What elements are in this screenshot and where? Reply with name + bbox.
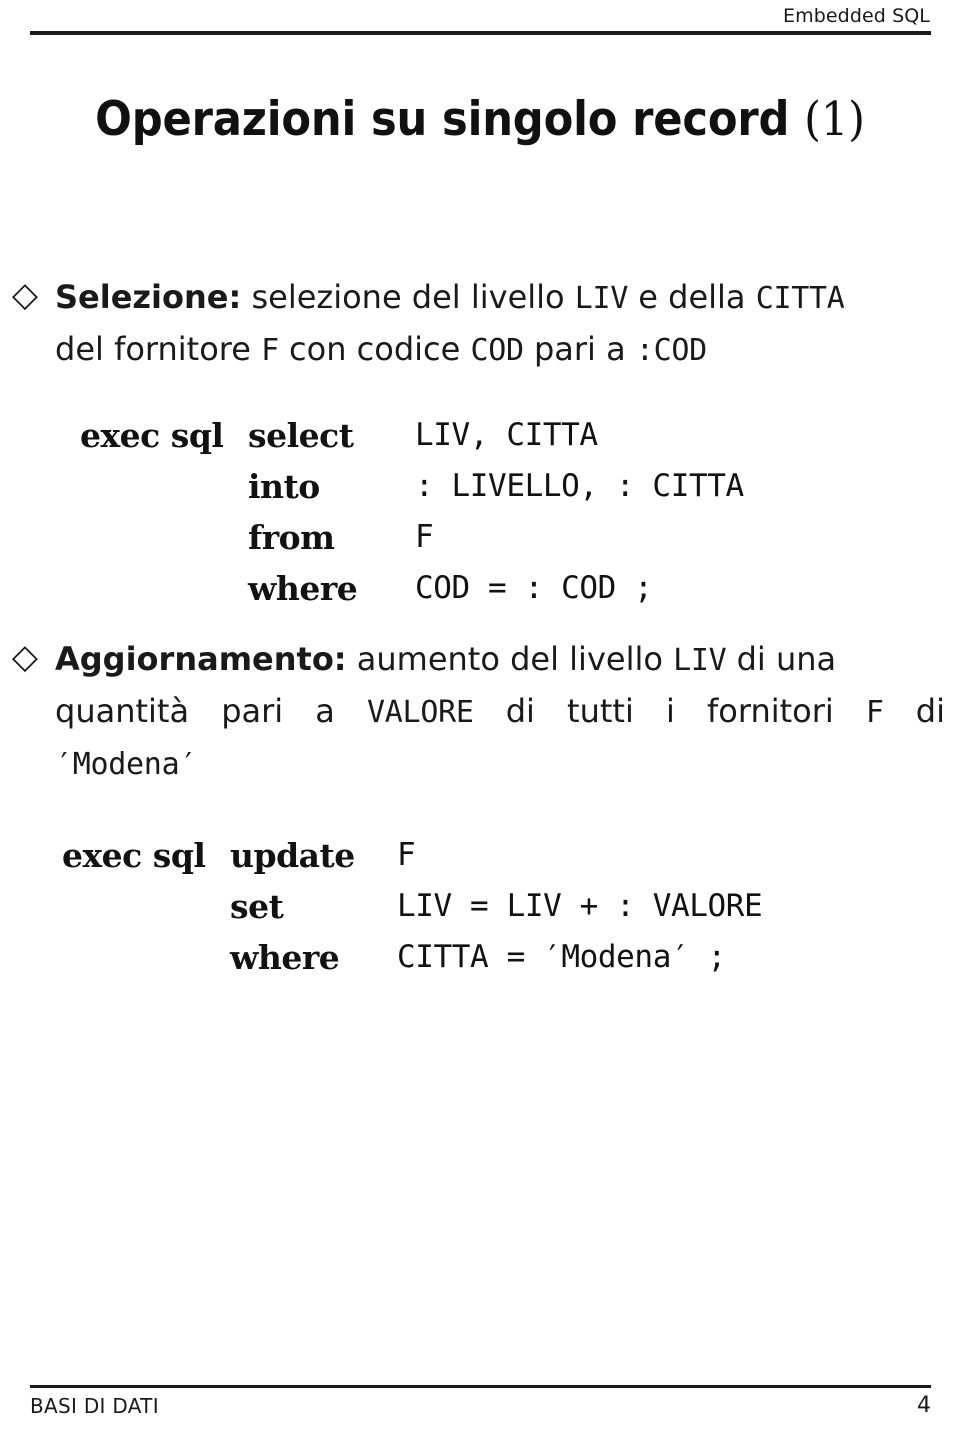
bullet-aggiornamento-line-1: Aggiornamento: aumento del livello LIV d… [55, 634, 945, 686]
bullet-aggiornamento-l2-code-a: VALORE [367, 695, 474, 730]
bullet-selezione-line-1: Selezione: selezione del livello LIV e d… [55, 272, 945, 324]
bullet-aggiornamento-l1-code-a: LIV [673, 643, 727, 678]
bullet-aggiornamento-l3-code: ′Modena′ [55, 747, 198, 782]
bullet-selezione-l2-code-b: COD [470, 333, 525, 368]
sql-keyword: set [230, 887, 284, 926]
sql-value: F [415, 519, 434, 555]
sql-value: : LIVELLO, : CITTA [415, 468, 744, 504]
sql-keyword: update [230, 836, 355, 875]
sql-keyword: into [248, 467, 320, 506]
sql-keyword: from [248, 518, 335, 557]
footer-page-number: 4 [917, 1393, 931, 1418]
bullet-selezione-lead: Selezione: [55, 278, 242, 316]
sql-exec-keyword: exec sql [80, 416, 224, 455]
sql-keyword: where [230, 938, 340, 977]
bullet-aggiornamento-l1-text-b: di una [726, 640, 837, 678]
sql-row: set LIV = LIV + : VALORE [62, 881, 763, 932]
page-title-main: Operazioni su singolo record [95, 92, 790, 147]
bullet-selezione-text: Selezione: selezione del livello LIV e d… [55, 272, 945, 376]
slide-header: Embedded SQL [30, 2, 930, 34]
bullet-aggiornamento-l2-text-a: quantità pari a [55, 692, 368, 730]
page-title: Operazioni su singolo record (1) [38, 92, 921, 148]
bullet-selezione-l1-code-b: CITTA [755, 281, 845, 316]
sql-exec-keyword: exec sql [62, 836, 206, 875]
sql-value: COD = : COD ; [415, 570, 653, 606]
sql-keyword: where [248, 569, 358, 608]
bullet-selezione-l2-code-c: :COD [635, 333, 707, 368]
bullet-aggiornamento-l2-text-b: di tutti i fornitori [473, 692, 866, 730]
sql-value: LIV, CITTA [415, 417, 598, 453]
bullet-aggiornamento-l1-text-a: aumento del livello [346, 640, 674, 678]
sql-block-select: exec sql select LIV, CITTA into : LIVELLO, … [80, 410, 744, 614]
sql-row: exec sql select LIV, CITTA [80, 410, 744, 461]
sql-row: where CITTA = ′Modena′ ; [62, 932, 762, 983]
sql-keyword: select [248, 416, 354, 455]
bullet-aggiornamento-l2-text-c: di [883, 692, 946, 730]
sql-row: exec sql update F [62, 830, 762, 881]
sql-row: into : LIVELLO, : CITTA [80, 461, 744, 512]
bullet-aggiornamento-l2-code-b: F [865, 695, 884, 730]
footer-divider-rule [30, 1385, 931, 1388]
bullet-selezione-line-2: del fornitore F con codice COD pari a :C… [55, 324, 945, 376]
diamond-bullet-icon: ◇ [11, 275, 39, 315]
sql-value: LIV = LIV + : VALORE [397, 888, 763, 924]
bullet-aggiornamento-lead: Aggiornamento: [55, 640, 347, 678]
sql-value: CITTA = ′Modena′ ; [397, 939, 726, 975]
footer-course-label: BASI DI DATI [30, 1394, 159, 1418]
bullet-selezione-l2-text-b: con codice [278, 330, 471, 368]
bullet-selezione-l1-code-a: LIV [574, 281, 629, 316]
sql-row: where COD = : COD ; [80, 563, 744, 614]
bullet-selezione-l2-code-a: F [261, 333, 279, 368]
sql-row: from F [80, 512, 744, 563]
bullet-selezione-l2-text-c: pari a [523, 330, 636, 368]
slide-footer: BASI DI DATI 4 [30, 1389, 931, 1429]
sql-block-update: exec sql update F set LIV = LIV + : VALORE … [62, 830, 763, 983]
bullet-selezione-l1-text-a: selezione del livello [241, 278, 575, 316]
bullet-aggiornamento-line-2: quantità pari a VALORE di tutti i fornit… [55, 686, 945, 738]
bullet-aggiornamento-text: Aggiornamento: aumento del livello LIV d… [55, 634, 945, 790]
bullet-selezione-l2-text-a: del fornitore [55, 330, 262, 368]
slide-page: Embedded SQL Operazioni su singolo recor… [0, 0, 960, 1430]
bullet-selezione-l1-text-b: e della [628, 278, 756, 316]
diamond-bullet-icon: ◇ [11, 637, 39, 677]
header-title: Embedded SQL [783, 5, 930, 27]
page-title-suffix: (1) [804, 92, 865, 147]
bullet-aggiornamento-line-3: ′Modena′ [55, 738, 945, 790]
header-divider-rule [30, 31, 931, 35]
sql-value: F [397, 837, 416, 873]
